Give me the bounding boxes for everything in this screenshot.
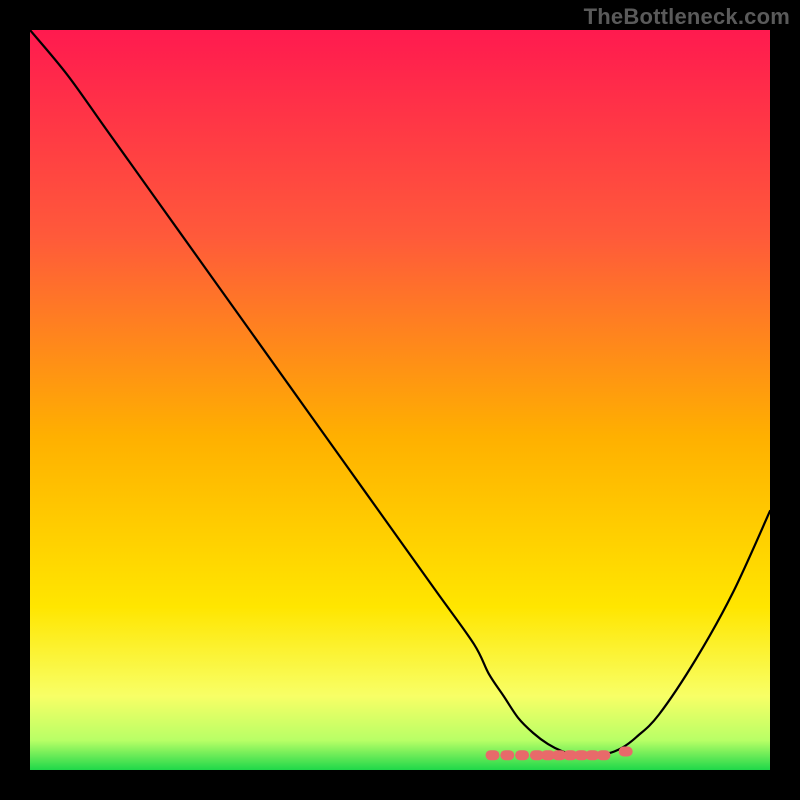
chart-svg: [30, 30, 770, 770]
chart-container: TheBottleneck.com: [0, 0, 800, 800]
marker-dot: [597, 750, 611, 760]
marker-dot: [486, 750, 500, 760]
marker-dot: [500, 750, 514, 760]
gradient-background: [30, 30, 770, 770]
marker-dot: [619, 747, 633, 757]
marker-dot: [515, 750, 529, 760]
watermark-text: TheBottleneck.com: [584, 4, 790, 30]
plot-area: [30, 30, 770, 770]
